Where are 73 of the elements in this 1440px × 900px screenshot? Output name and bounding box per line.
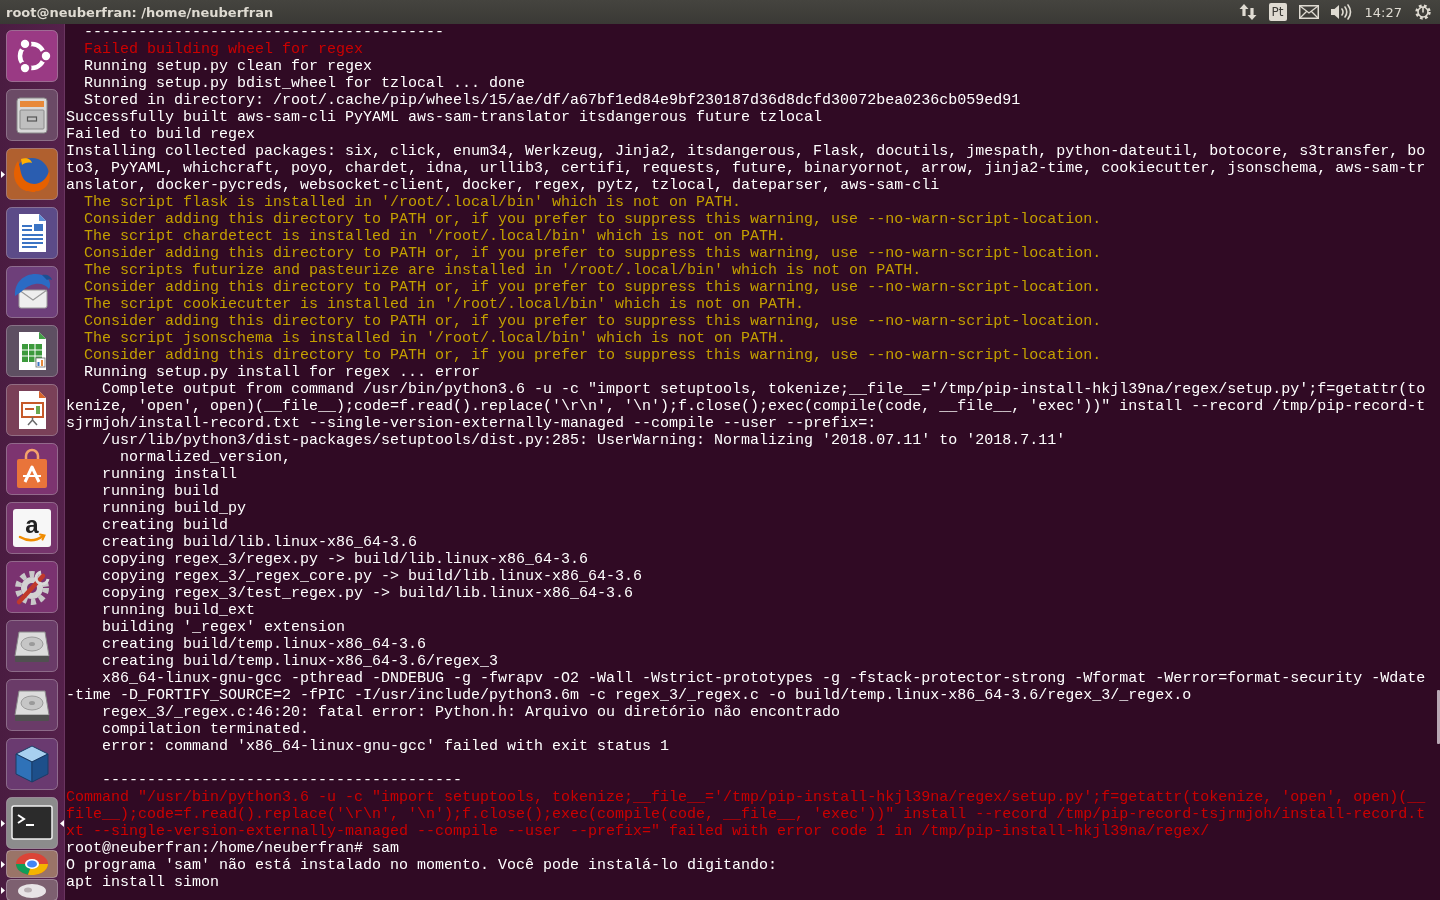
terminal-line: root@neuberfran:/home/neuberfran# sam bbox=[66, 840, 400, 857]
terminal-line: Running setup.py bdist_wheel for tzlocal ... done bbox=[84, 75, 526, 92]
smile-logo-icon[interactable]: a bbox=[6, 502, 58, 554]
terminal-line: The script jsonschema is installed in '/root/.local/bin' which is not on PATH. bbox=[84, 330, 787, 347]
cube-icon[interactable] bbox=[6, 738, 58, 790]
terminal-line: Running setup.py clean for regex bbox=[84, 58, 373, 75]
clock[interactable]: 14:27 bbox=[1364, 4, 1402, 20]
terminal-line: error: command 'x86_64-linux-gnu-gcc' failed with exit status 1 bbox=[102, 738, 670, 755]
terminal-line: running build_py bbox=[102, 500, 247, 517]
file-cabinet-icon[interactable] bbox=[6, 89, 58, 141]
terminal-line: running install bbox=[102, 466, 238, 483]
terminal-line: running build_ext bbox=[102, 602, 256, 619]
window-title: root@neuberfran: /home/neuberfran bbox=[6, 4, 274, 20]
terminal-line: -time -D_FORTIFY_SOURCE=2 -fPIC -I/usr/include/python3.6m -c regex_3/_regex.c -o build/temp.linux-x86_64-3.6/regex_3/_regex.o bbox=[66, 687, 1192, 704]
terminal-line: running build bbox=[102, 483, 220, 500]
terminal-line: Consider adding this directory to PATH or, if you prefer to suppress this warning, use --no-warn-script-location. bbox=[84, 313, 1102, 330]
terminal-line: Complete output from command /usr/bin/python3.6 -u -c "import setuptools, tokenize;__file__='/tmp/pip-install-hkjl39na/regex/setup.py';f=getattr(to bbox=[102, 381, 1426, 398]
terminal-line: Stored in directory: /root/.cache/pip/wheels/15/ae/df/a67bf1ed84e9bf230187d36d8dcfd30072bea0236cb059ed91 bbox=[84, 92, 1021, 109]
terminal-line: Installing collected packages: six, click, enum34, Werkzeug, Jinja2, itsdangerous, Flask, docutils, jmespath, python-dateutil, botocore, s3transfer, bo bbox=[66, 143, 1426, 160]
terminal-line: Failed building wheel for regex bbox=[84, 41, 364, 58]
terminal-line: Consider adding this directory to PATH or, if you prefer to suppress this warning, use --no-warn-script-location. bbox=[84, 211, 1102, 228]
terminal-line: creating build/temp.linux-x86_64-3.6/regex_3 bbox=[102, 653, 499, 670]
terminal-line: O programa 'sam' não está instalado no momento. Você pode instalá-lo digitando: bbox=[66, 857, 778, 874]
terminal-line: creating build/temp.linux-x86_64-3.6 bbox=[102, 636, 427, 653]
terminal-line: Failed to build regex bbox=[66, 126, 256, 143]
terminal-line: building '_regex' extension bbox=[102, 619, 346, 636]
terminal-line: The script chardetect is installed in '/root/.local/bin' which is not on PATH. bbox=[84, 228, 787, 245]
round-logo-icon[interactable] bbox=[6, 850, 58, 878]
terminal-line: creating build bbox=[102, 517, 229, 534]
terminal-line: Consider adding this directory to PATH or, if you prefer to suppress this warning, use --no-warn-script-location. bbox=[84, 347, 1102, 364]
terminal-line: apt install simon bbox=[66, 874, 220, 891]
circle-logo-icon[interactable] bbox=[6, 30, 58, 82]
terminal-line: xt --single-version-externally-managed --compile --user --prefix=" failed with error code 1 in /tmp/pip-install-hkjl39na/regex/ bbox=[66, 823, 1210, 840]
terminal-line: creating build/lib.linux-x86_64-3.6 bbox=[102, 534, 418, 551]
terminal-line: Consider adding this directory to PATH or, if you prefer to suppress this warning, use --no-warn-script-location. bbox=[84, 245, 1102, 262]
terminal-line: /usr/lib/python3/dist-packages/setuptools/dist.py:285: UserWarning: Normalizing '2018.07.11' to '2018.7.11' bbox=[102, 432, 1066, 449]
keyboard-layout-indicator[interactable]: Pt bbox=[1268, 3, 1287, 21]
spreadsheet-icon[interactable] bbox=[6, 325, 58, 377]
terminal-line: normalized_version, bbox=[120, 449, 292, 466]
terminal-line: Command "/usr/bin/python3.6 -u -c "import setuptools, tokenize;__file__='/tmp/pip-install-hkjl39na/regex/setup.py';f=getattr(tokenize, 'open', open)(__ bbox=[66, 789, 1426, 806]
terminal-line: Running setup.py install for regex ... error bbox=[84, 364, 481, 381]
scrollbar-thumb[interactable] bbox=[1437, 690, 1440, 744]
hard-drive-icon[interactable] bbox=[6, 679, 58, 731]
folded-app-icon[interactable] bbox=[6, 879, 58, 900]
terminal-line: The script cookiecutter is installed in '/root/.local/bin' which is not on PATH. bbox=[84, 296, 805, 313]
speaker-icon[interactable] bbox=[1330, 4, 1353, 20]
terminal-line: The scripts futurize and pasteurize are installed in '/root/.local/bin' which is not on PATH. bbox=[84, 262, 922, 279]
terminal-line: kenize, 'open', open)(__file__);code=f.read().replace('\r\n', '\n');f.close();exec(compile(code, __file__, 'exec'))" install --record /tmp/pip-record-t bbox=[66, 398, 1426, 415]
transfer-arrows-icon[interactable] bbox=[1238, 3, 1257, 21]
presentation-icon[interactable] bbox=[6, 384, 58, 436]
text-document-icon[interactable] bbox=[6, 207, 58, 259]
bird-envelope-icon[interactable] bbox=[6, 266, 58, 318]
terminal-line: regex_3/_regex.c:46:20: fatal error: Python.h: Arquivo ou diretório não encontrado bbox=[102, 704, 841, 721]
hard-drive-icon[interactable] bbox=[6, 620, 58, 672]
terminal-line: ---------------------------------------- bbox=[102, 772, 463, 789]
gear-wrench-icon[interactable] bbox=[6, 561, 58, 613]
terminal-icon[interactable] bbox=[6, 797, 58, 849]
terminal-line: copying regex_3/regex.py -> build/lib.linux-x86_64-3.6 bbox=[102, 551, 589, 568]
terminal-line: to3, PyYAML, whichcraft, poyo, chardet, idna, urllib3, certifi, requests, future, binaryornot, arrow, jinja2-time, cookiecutter, jsonschema, aws-sam-tr bbox=[66, 160, 1426, 177]
terminal-line: Consider adding this directory to PATH or, if you prefer to suppress this warning, use --no-warn-script-location. bbox=[84, 279, 1102, 296]
terminal-line: compilation terminated. bbox=[102, 721, 310, 738]
terminal-line: x86_64-linux-gnu-gcc -pthread -DNDEBUG -g -fwrapv -O2 -Wall -Wstrict-prototypes -g -fstack-protector-strong -Wformat -Werror=format-security -Wdate bbox=[102, 670, 1426, 687]
terminal-line: ---------------------------------------- bbox=[84, 24, 445, 41]
terminal-line: copying regex_3/test_regex.py -> build/lib.linux-x86_64-3.6 bbox=[102, 585, 634, 602]
terminal-line: The script flask is installed in '/root/.local/bin' which is not on PATH. bbox=[84, 194, 742, 211]
envelope-icon[interactable] bbox=[1298, 5, 1319, 19]
terminal-line: Successfully built aws-sam-cli PyYAML aws-sam-translator itsdangerous future tzlocal bbox=[66, 109, 823, 126]
terminal-line: sjrmjoh/install-record.txt --single-version-externally-managed --compile --user --prefix=: bbox=[66, 415, 877, 432]
shopping-bag-icon[interactable] bbox=[6, 443, 58, 495]
terminal-line: anslator, docker-pycreds, websocket-client, docker, regex, pytz, tzlocal, dateparser, aws-sam-cli bbox=[66, 177, 940, 194]
gear-icon[interactable] bbox=[1414, 3, 1432, 21]
terminal-line: file__);code=f.read().replace('\r\n', '\n');f.close();exec(compile(code, __file__, 'exec'))" install --record /tmp/pip-record-tsjrmjoh/install-record.t bbox=[66, 806, 1426, 823]
terminal-line: copying regex_3/_regex_core.py -> build/lib.linux-x86_64-3.6 bbox=[102, 568, 643, 585]
